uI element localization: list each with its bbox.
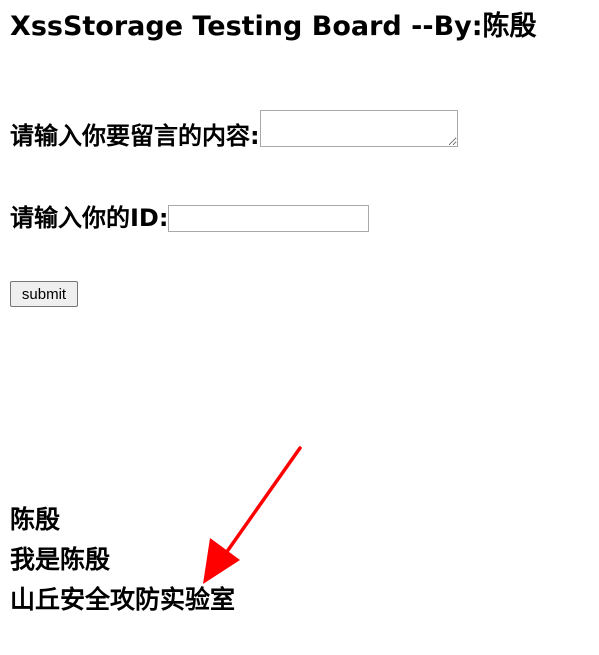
submit-button[interactable]: submit <box>10 281 78 307</box>
arrow-shaft <box>224 446 302 555</box>
message-label: 请输入你要留言的内容: <box>10 122 260 150</box>
message-form-row: 请输入你要留言的内容: <box>10 110 458 151</box>
message-item: 我是陈殷 <box>10 545 111 574</box>
page-title: XssStorage Testing Board --By:陈殷 <box>10 11 537 42</box>
id-label: 请输入你的ID: <box>10 204 169 232</box>
message-list: 陈殷 我是陈殷 山丘安全攻防实验室 <box>10 500 235 620</box>
message-textarea[interactable] <box>259 110 458 147</box>
id-form-row: 请输入你的ID: <box>10 203 370 233</box>
message-item: 陈殷 <box>10 505 61 534</box>
message-item: 山丘安全攻防实验室 <box>10 585 236 614</box>
id-input[interactable] <box>168 205 370 232</box>
